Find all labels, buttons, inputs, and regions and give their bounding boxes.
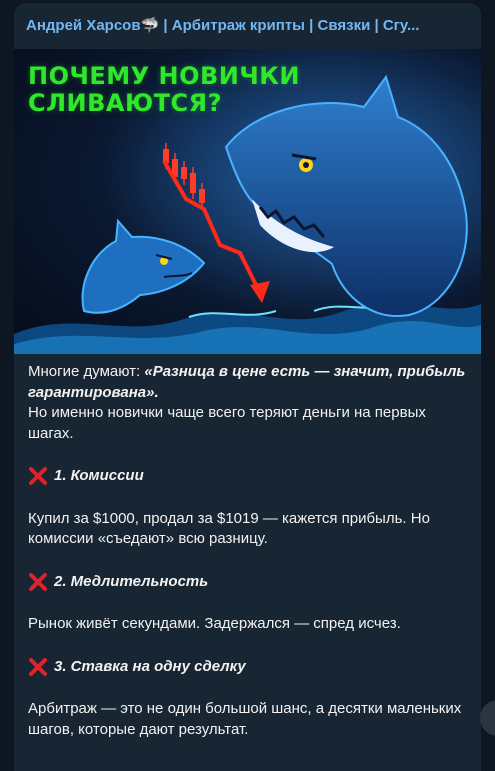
cross-mark-icon — [29, 467, 47, 486]
section-heading-1: 1. Комиссии — [28, 466, 468, 487]
section-heading-label: 2. Медлительность — [54, 572, 209, 590]
intro-line-2: Но именно новички чаще всего теряют день… — [28, 404, 426, 442]
intro-prefix: Многие думают: — [28, 363, 145, 380]
cover-headline: ПОЧЕМУ НОВИЧКИ СЛИВАЮТСЯ? — [28, 63, 328, 117]
section-heading-3: 3. Ставка на одну сделку — [28, 657, 468, 678]
section-heading-label: 3. Ставка на одну сделку — [54, 657, 246, 675]
section-heading-label: 1. Комиссии — [54, 467, 144, 484]
post-cover-image[interactable]: ПОЧЕМУ НОВИЧКИ СЛИВАЮТСЯ? — [14, 49, 481, 354]
section-body-3: Арбитраж — это не один большой шанс, а д… — [28, 700, 462, 738]
headline-line-2: СЛИВАЮТСЯ? — [28, 89, 223, 117]
section-body-1: Купил за $1000, продал за $1019 — кажетс… — [28, 509, 430, 548]
cross-mark-icon — [29, 657, 47, 676]
intro-paragraph: Многие думают: «Разница в цене есть — зн… — [28, 362, 468, 403]
section-heading-2: 2. Медлительность — [28, 572, 468, 593]
cross-mark-icon — [29, 572, 47, 591]
channel-title[interactable]: Андрей Харсов🦈 | Арбитраж крипты | Связк… — [14, 3, 481, 49]
section-body-2: Рынок живёт секундами. Задержался — спре… — [28, 615, 401, 632]
channel-post: Андрей Харсов🦈 | Арбитраж крипты | Связк… — [14, 3, 481, 771]
headline-line-1: ПОЧЕМУ НОВИЧКИ — [28, 62, 300, 90]
scroll-down-button[interactable] — [480, 700, 495, 736]
post-text: Многие думают: «Разница в цене есть — зн… — [14, 354, 481, 740]
